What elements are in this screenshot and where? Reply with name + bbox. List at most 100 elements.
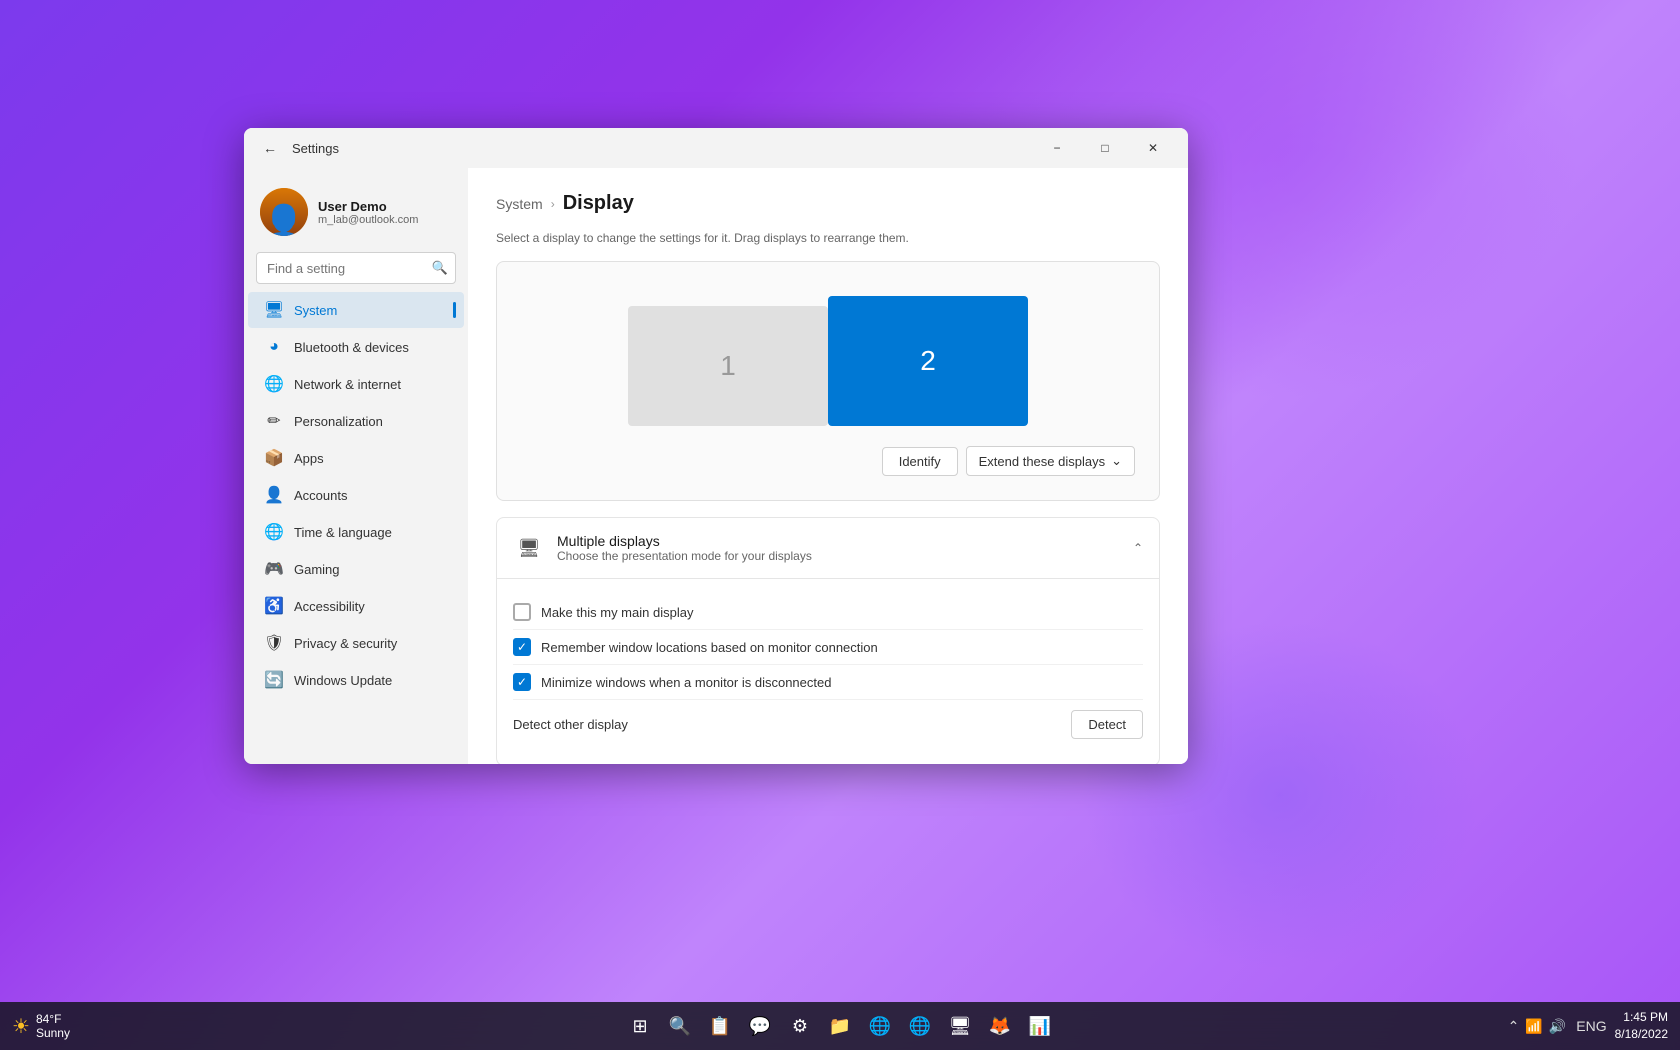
taskbar: ☀ 84°F Sunny ⊞ 🔍 📋 💬 ⚙ 📁 🌐 🌐 🖥 🦊 📊 ⌃ 📶 🔊… — [0, 1002, 1680, 1050]
taskbar-right: ⌃ 📶 🔊 ENG 1:45 PM 8/18/2022 — [1506, 1009, 1668, 1043]
weather-icon: ☀ — [12, 1014, 30, 1039]
make-main-checkbox[interactable] — [513, 603, 531, 621]
sidebar-label-network: Network & internet — [294, 377, 448, 392]
sidebar-label-bluetooth: Bluetooth & devices — [294, 340, 448, 355]
display-monitors: 1 2 — [521, 286, 1135, 426]
sidebar-item-gaming[interactable]: 🎮 Gaming — [248, 551, 464, 587]
network-tray-icon[interactable]: 📶 — [1523, 1016, 1544, 1037]
volume-tray-icon[interactable]: 🔊 — [1547, 1016, 1568, 1037]
search-input[interactable] — [256, 252, 456, 284]
sidebar-item-time[interactable]: 🌐 Time & language — [248, 514, 464, 550]
page-subtitle: Select a display to change the settings … — [496, 231, 1160, 245]
extend-label: Extend these displays — [979, 454, 1105, 469]
identify-button[interactable]: Identify — [882, 447, 958, 476]
extend-button[interactable]: Extend these displays ⌄ — [966, 446, 1135, 476]
sidebar-item-privacy[interactable]: 🛡 Privacy & security — [248, 625, 464, 661]
search-box: 🔍 — [256, 252, 456, 284]
time-icon: 🌐 — [264, 522, 284, 542]
sidebar-item-personalization[interactable]: ✏ Personalization — [248, 403, 464, 439]
back-button[interactable]: ← — [256, 134, 284, 162]
chrome-button[interactable]: 🌐 — [902, 1008, 938, 1044]
settings-body: 👤 User Demo m_lab@outlook.com 🔍 🖥 System — [244, 168, 1188, 764]
minimize-button[interactable]: − — [1034, 132, 1080, 164]
multiple-displays-section: 🖥 Multiple displays Choose the presentat… — [496, 517, 1160, 764]
sidebar-label-gaming: Gaming — [294, 562, 448, 577]
system-clock[interactable]: 1:45 PM 8/18/2022 — [1615, 1009, 1668, 1043]
clock-date: 8/18/2022 — [1615, 1026, 1668, 1043]
search-taskbar-button[interactable]: 🔍 — [662, 1008, 698, 1044]
multiple-displays-title: Multiple displays — [557, 533, 812, 549]
taskview-button[interactable]: 📋 — [702, 1008, 738, 1044]
taskbar-center: ⊞ 🔍 📋 💬 ⚙ 📁 🌐 🌐 🖥 🦊 📊 — [622, 1008, 1058, 1044]
personalization-icon: ✏ — [264, 411, 284, 431]
weather-info: ☀ 84°F Sunny — [12, 1012, 70, 1040]
search-icon: 🔍 — [432, 260, 448, 276]
user-email: m_lab@outlook.com — [318, 214, 452, 226]
sidebar-item-network[interactable]: 🌐 Network & internet — [248, 366, 464, 402]
monitor-1[interactable]: 1 — [628, 306, 828, 426]
breadcrumb: System › Display — [496, 192, 1160, 215]
breadcrumb-current: Display — [563, 192, 634, 215]
taskbar-left: ☀ 84°F Sunny — [12, 1012, 70, 1040]
update-icon: 🔄 — [264, 670, 284, 690]
remember-windows-checkbox[interactable] — [513, 638, 531, 656]
multiple-displays-icon: 🖥 — [513, 532, 545, 564]
accounts-icon: 👤 — [264, 485, 284, 505]
minimize-windows-label: Minimize windows when a monitor is disco… — [541, 675, 831, 690]
sidebar-item-accounts[interactable]: 👤 Accounts — [248, 477, 464, 513]
window-controls: − □ ✕ — [1034, 132, 1176, 164]
explorer-button[interactable]: 📁 — [822, 1008, 858, 1044]
minimize-windows-checkbox[interactable] — [513, 673, 531, 691]
start-button[interactable]: ⊞ — [622, 1008, 658, 1044]
tray-chevron[interactable]: ⌃ — [1506, 1016, 1522, 1037]
breadcrumb-parent[interactable]: System — [496, 196, 543, 212]
settings-taskbar-icon[interactable]: ⚙ — [782, 1008, 818, 1044]
sidebar-item-bluetooth[interactable]: ◕ Bluetooth & devices — [248, 329, 464, 365]
active-indicator — [453, 302, 456, 318]
sidebar: 👤 User Demo m_lab@outlook.com 🔍 🖥 System — [244, 168, 468, 764]
sidebar-item-apps[interactable]: 📦 Apps — [248, 440, 464, 476]
edge-button[interactable]: 🌐 — [862, 1008, 898, 1044]
privacy-icon: 🛡 — [264, 633, 284, 653]
excel-button[interactable]: 📊 — [1022, 1008, 1058, 1044]
system-icon: 🖥 — [264, 300, 284, 320]
make-main-row: Make this my main display — [513, 595, 1143, 629]
remember-windows-label: Remember window locations based on monit… — [541, 640, 878, 655]
make-main-label: Make this my main display — [541, 605, 693, 620]
close-button[interactable]: ✕ — [1130, 132, 1176, 164]
gaming-icon: 🎮 — [264, 559, 284, 579]
settings-window: ← Settings − □ ✕ 👤 User Demo m_lab@outlo… — [244, 128, 1188, 764]
chevron-down-icon: ⌄ — [1111, 453, 1122, 469]
avatar: 👤 — [260, 188, 308, 236]
user-name: User Demo — [318, 199, 452, 214]
firefox-button[interactable]: 🦊 — [982, 1008, 1018, 1044]
language-indicator[interactable]: ENG — [1574, 1016, 1608, 1036]
monitor-1-label: 1 — [720, 350, 736, 382]
user-profile[interactable]: 👤 User Demo m_lab@outlook.com — [244, 176, 468, 252]
system-tray: ⌃ 📶 🔊 — [1506, 1016, 1569, 1037]
sidebar-label-update: Windows Update — [294, 673, 448, 688]
detect-button[interactable]: Detect — [1071, 710, 1143, 739]
sidebar-label-personalization: Personalization — [294, 414, 448, 429]
terminal-button[interactable]: 🖥 — [942, 1008, 978, 1044]
weather-condition: Sunny — [36, 1026, 70, 1040]
widgets-button[interactable]: 💬 — [742, 1008, 778, 1044]
monitor-2-label: 2 — [920, 345, 936, 377]
maximize-button[interactable]: □ — [1082, 132, 1128, 164]
accessibility-icon: ♿ — [264, 596, 284, 616]
monitor-2[interactable]: 2 — [828, 296, 1028, 426]
sidebar-label-system: System — [294, 303, 439, 318]
display-preview-box: 1 2 Identify Extend these displays ⌄ — [496, 261, 1160, 501]
sidebar-item-accessibility[interactable]: ♿ Accessibility — [248, 588, 464, 624]
sidebar-label-accessibility: Accessibility — [294, 599, 448, 614]
section-header-left: 🖥 Multiple displays Choose the presentat… — [513, 532, 812, 564]
window-title: Settings — [292, 141, 339, 156]
weather-temp: 84°F — [36, 1012, 70, 1026]
sidebar-item-update[interactable]: 🔄 Windows Update — [248, 662, 464, 698]
weather-text: 84°F Sunny — [36, 1012, 70, 1040]
sidebar-item-system[interactable]: 🖥 System — [248, 292, 464, 328]
sidebar-label-accounts: Accounts — [294, 488, 448, 503]
multiple-displays-header[interactable]: 🖥 Multiple displays Choose the presentat… — [497, 518, 1159, 579]
multiple-displays-body: Make this my main display Remember windo… — [497, 579, 1159, 764]
display-actions: Identify Extend these displays ⌄ — [521, 446, 1135, 476]
